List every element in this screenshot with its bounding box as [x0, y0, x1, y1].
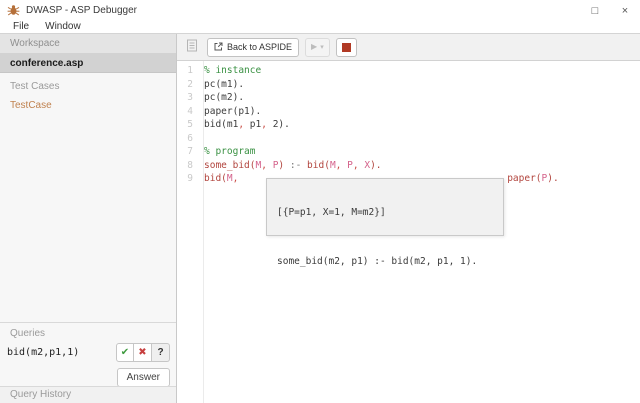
answer-button[interactable]: Answer: [116, 368, 170, 387]
check-icon: ✔: [120, 347, 130, 358]
menu-item-file[interactable]: File: [5, 21, 37, 33]
line-number: 5: [187, 119, 193, 130]
query-row: bid(m2,p1,1) ✔ ✖ ?: [0, 341, 176, 362]
line-number: 2: [187, 78, 193, 90]
code-line: 7 % program: [177, 145, 640, 159]
line-number: 7: [187, 146, 193, 157]
tooltip-substitution: [{P=p1, X=1, M=m2}]: [277, 207, 386, 218]
window-controls: □ ×: [580, 0, 640, 21]
line-number: 6: [187, 132, 193, 144]
query-accept-button[interactable]: ✔: [116, 343, 134, 362]
line-number: 3: [187, 92, 193, 103]
play-icon: ▶: [311, 42, 318, 51]
line-number: 1: [187, 65, 193, 76]
code-line: 4 paper(p1).: [177, 105, 640, 119]
code-area: 1 % instance 2 pc(m1). 3 pc(m2). 4 paper(p1). 5 b…: [177, 64, 640, 186]
code-line: 3 pc(m2).: [177, 91, 640, 105]
cross-icon: ✖: [138, 347, 147, 358]
document-icon: [186, 39, 198, 55]
query-button-group: ✔ ✖ ?: [116, 343, 170, 362]
menu-item-window[interactable]: Window: [37, 21, 89, 33]
sidebar-item-conference-asp[interactable]: conference.asp: [0, 54, 176, 73]
query-reject-button[interactable]: ✖: [134, 343, 152, 362]
run-button-disabled[interactable]: ▶ ▾: [305, 37, 330, 57]
code-text: some_bid(M, P) :- bid(M, P, X).: [204, 159, 382, 171]
close-button[interactable]: ×: [610, 0, 640, 21]
code-text: pc(m1).: [204, 78, 245, 90]
external-link-icon: [214, 42, 223, 53]
code-line: 6: [177, 132, 640, 146]
code-text: pc(m2).: [204, 92, 245, 103]
queries-panel: Queries bid(m2,p1,1) ✔ ✖ ? Answer Query …: [0, 322, 176, 403]
file-icon-button[interactable]: [183, 38, 201, 56]
title-bar: DWASP - ASP Debugger □ ×: [0, 0, 640, 21]
code-text: % instance: [204, 65, 262, 76]
stop-icon: [341, 42, 351, 52]
queries-header: Queries: [10, 328, 46, 339]
menu-bar: File Window: [0, 21, 640, 34]
back-to-aspide-button[interactable]: Back to ASPIDE: [207, 37, 300, 57]
query-text: bid(m2,p1,1): [7, 347, 80, 358]
toolbar: Back to ASPIDE ▶ ▾: [177, 34, 640, 61]
line-number: 4: [187, 105, 193, 117]
maximize-button[interactable]: □: [580, 0, 610, 21]
stop-button[interactable]: [335, 37, 357, 57]
code-text: bid(m1, p1, 2).: [204, 119, 290, 130]
tooltip-ground-rule: some_bid(m2, p1) :- bid(m2, p1, 1).: [277, 256, 478, 267]
code-line: 2 pc(m1).: [177, 78, 640, 92]
sidebar: Workspace conference.asp Test Cases Test…: [0, 34, 177, 403]
code-line: 1 % instance: [177, 64, 640, 78]
main-area: Workspace conference.asp Test Cases Test…: [0, 34, 640, 403]
code-text: paper(p1).: [204, 105, 262, 117]
code-editor[interactable]: 1 % instance 2 pc(m1). 3 pc(m2). 4 paper(p1). 5 b…: [177, 61, 640, 403]
code-line: 8 some_bid(M, P) :- bid(M, P, X).: [177, 159, 640, 173]
window-title: DWASP - ASP Debugger: [26, 5, 137, 16]
sidebar-item-testcase[interactable]: TestCase: [0, 94, 176, 117]
back-to-aspide-label: Back to ASPIDE: [227, 42, 293, 52]
query-help-button[interactable]: ?: [152, 343, 170, 362]
code-line: 5 bid(m1, p1, 2).: [177, 118, 640, 132]
testcases-header: Test Cases: [10, 81, 60, 92]
code-text: % program: [204, 146, 256, 157]
line-number: 9: [187, 173, 193, 184]
chevron-down-icon: ▾: [320, 43, 324, 51]
gutter-divider: [203, 61, 204, 403]
app-icon: [7, 4, 20, 17]
workspace-header: Workspace: [0, 34, 176, 54]
line-number: 8: [187, 159, 193, 171]
query-history-header: Query History: [0, 386, 176, 403]
answer-row: Answer: [0, 362, 176, 387]
content-area: Back to ASPIDE ▶ ▾ 1 % instance 2 pc(m1). 3 p…: [177, 34, 640, 403]
question-icon: ?: [157, 347, 164, 358]
debug-tooltip: [{P=p1, X=1, M=m2}] some_bid(m2, p1) :- …: [266, 178, 504, 267]
